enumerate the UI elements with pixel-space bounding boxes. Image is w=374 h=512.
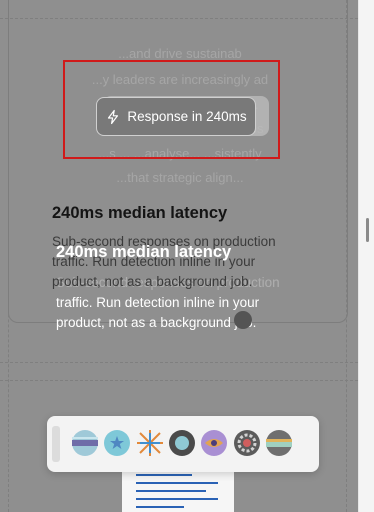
star-bubble-icon[interactable] (103, 429, 131, 457)
doc-line (136, 482, 218, 484)
metric-title: 240ms median latency (52, 204, 228, 222)
right-scrollbar-rail[interactable] (358, 0, 374, 512)
doc-line (136, 498, 218, 500)
section-divider (0, 362, 358, 363)
page-viewport: ...and drive sustainab ...y leaders are … (0, 0, 358, 512)
gradient-pill-icon[interactable] (265, 429, 293, 457)
metric-body-line: product, not as a background job. (52, 274, 253, 289)
ghost-text-line: ...that strategic align... (116, 170, 244, 185)
grid-burst-icon[interactable] (136, 429, 164, 457)
striped-sphere-icon[interactable] (71, 429, 99, 457)
doc-line (136, 490, 206, 492)
metric-body-line: traffic. Run detection inline in your (56, 295, 260, 310)
metric-title-overlay: 240ms median latency (56, 243, 232, 261)
eye-diamond-icon[interactable] (200, 429, 228, 457)
cursor-indicator (234, 311, 252, 329)
metric-body-overlay: traffic. Run detection inline in your pr… (56, 293, 259, 333)
response-badge-label: Response in 240ms (127, 109, 247, 124)
metric-body: Sub-second responses on production traff… (52, 232, 276, 292)
scrollbar-handle[interactable] (366, 218, 369, 242)
ghost-text-line: ...and drive sustainab (118, 46, 242, 61)
section-divider (0, 380, 358, 381)
metric-body-line: product, not as a background job. (56, 315, 257, 330)
response-time-badge[interactable]: Response in 240ms (96, 97, 256, 136)
toolbar-edge (52, 426, 60, 462)
gear-badge-icon[interactable] (233, 429, 261, 457)
doc-line (136, 506, 184, 508)
target-ring-icon[interactable] (168, 429, 196, 457)
lightning-bolt-icon (108, 109, 119, 124)
doc-line (136, 474, 192, 476)
